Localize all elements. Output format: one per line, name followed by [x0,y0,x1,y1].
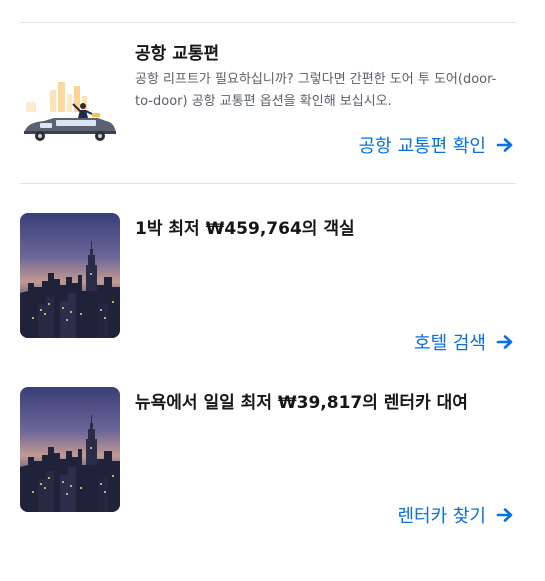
new-york-skyline-photo [20,213,120,338]
hotel-deal-card: 1박 최저 ₩459,764의 객실 호텔 검색 [20,213,516,354]
car-rental-link[interactable]: 렌터카 찾기 [397,502,514,528]
airport-transfer-link[interactable]: 공항 교통편 확인 [359,132,514,158]
new-york-skyline-photo [20,387,120,512]
limousine-illustration [20,74,120,146]
hotel-search-link[interactable]: 호텔 검색 [414,329,514,355]
airport-transfer-link-label: 공항 교통편 확인 [358,136,486,157]
arrow-right-icon [496,508,513,522]
car-rental-link-label: 렌터카 찾기 [397,506,486,527]
arrow-right-icon [496,138,513,152]
middle-divider [20,183,516,184]
car-rental-title: 뉴욕에서 일일 최저 ₩39,817의 렌터카 대여 [135,393,468,413]
hotel-deal-title: 1박 최저 ₩459,764의 객실 [135,219,355,239]
airport-transfer-title: 공항 교통편 [135,44,220,64]
car-rental-card: 뉴욕에서 일일 최저 ₩39,817의 렌터카 대여 렌터카 찾기 [20,387,516,527]
airport-transfer-description: 공항 리프트가 필요하십니까? 그렇다면 간편한 도어 투 도어(door-to… [135,72,497,109]
airport-transfer-card: 공항 교통편 공항 리프트가 필요하십니까? 그렇다면 간편한 도어 투 도어(… [20,22,516,184]
arrow-right-icon [496,335,513,349]
hotel-search-link-label: 호텔 검색 [414,333,486,354]
